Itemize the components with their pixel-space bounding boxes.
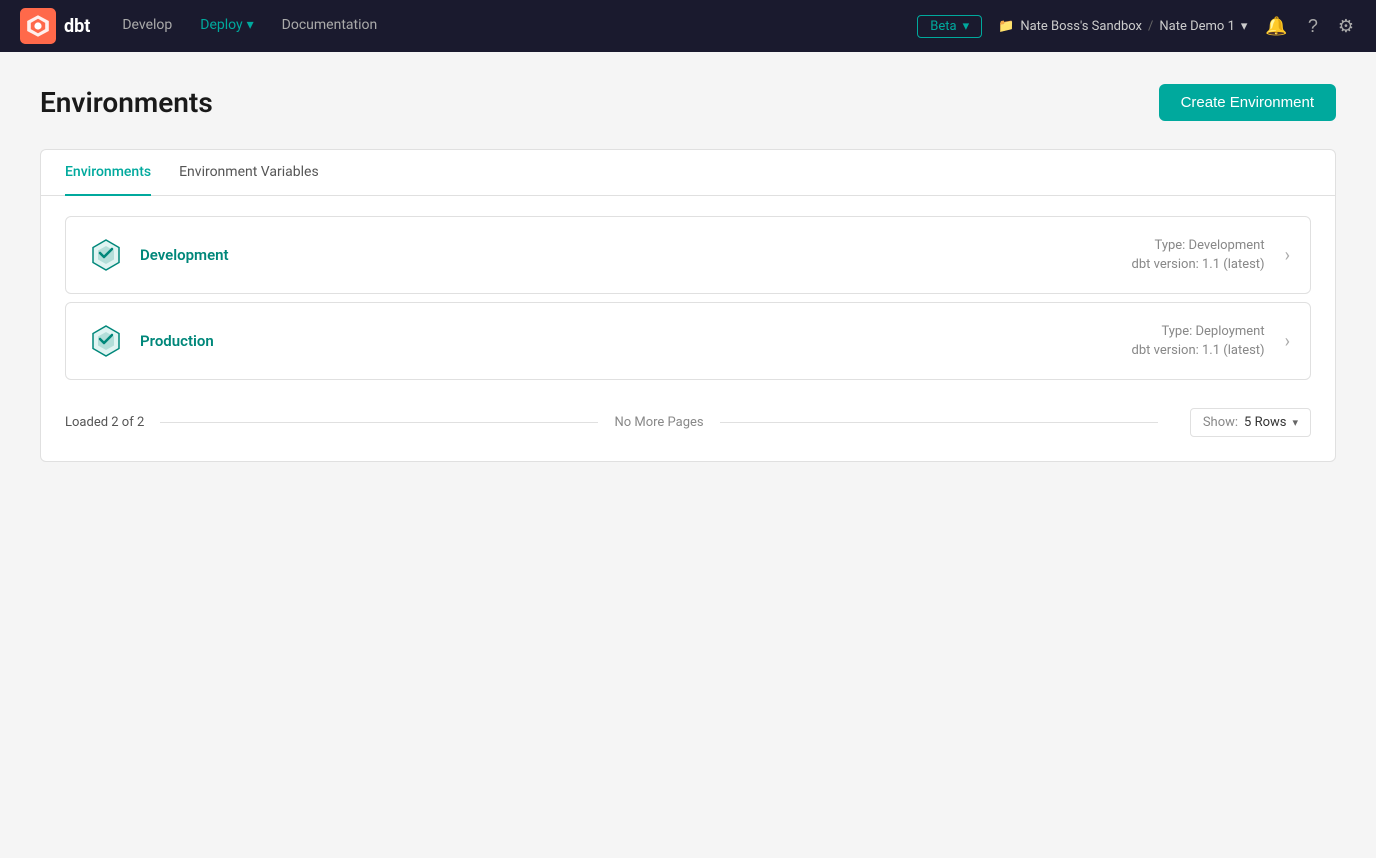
list-footer: Loaded 2 of 2 No More Pages Show: 5 Rows… (41, 388, 1335, 461)
help-icon[interactable]: ? (1306, 16, 1320, 37)
env-chevron-production: › (1285, 331, 1290, 352)
environments-card: Environments Environment Variables Devel… (40, 149, 1336, 462)
settings-icon[interactable]: ⚙ (1336, 16, 1356, 37)
folder-icon: 📁 (998, 19, 1014, 34)
nav-documentation[interactable]: Documentation (282, 17, 378, 35)
main-content: Environments Create Environment Environm… (0, 52, 1376, 494)
logo[interactable]: dbt (20, 8, 90, 44)
env-type-production: Type: Deployment (1132, 324, 1265, 339)
project-chevron-icon: ▾ (1241, 19, 1248, 34)
logo-text: dbt (64, 16, 90, 37)
env-type-development: Type: Development (1132, 238, 1265, 253)
no-more-pages: No More Pages (614, 415, 703, 430)
env-icon-production (86, 321, 126, 361)
env-version-production: dbt version: 1.1 (latest) (1132, 343, 1265, 358)
env-item-production[interactable]: Production Type: Deployment dbt version:… (65, 302, 1311, 380)
env-version-development: dbt version: 1.1 (latest) (1132, 257, 1265, 272)
nav-deploy[interactable]: Deploy ▾ (200, 17, 253, 35)
beta-badge[interactable]: Beta ▾ (917, 15, 982, 38)
nav-right: Beta ▾ 📁 Nate Boss's Sandbox / Nate Demo… (917, 15, 1356, 38)
env-meta-development: Type: Development dbt version: 1.1 (late… (1132, 238, 1265, 272)
page-title: Environments (40, 86, 213, 119)
env-icon-development (86, 235, 126, 275)
beta-chevron-icon: ▾ (963, 19, 970, 34)
rows-chevron-icon: ▾ (1292, 416, 1298, 429)
show-rows-selector[interactable]: Show: 5 Rows ▾ (1190, 408, 1311, 437)
nav-develop[interactable]: Develop (122, 17, 172, 35)
deploy-chevron-icon: ▾ (247, 17, 254, 33)
project-name: Nate Demo 1 (1159, 19, 1235, 34)
environments-list: Development Type: Development dbt versio… (41, 196, 1335, 380)
rows-value: 5 Rows (1244, 415, 1286, 430)
footer-divider-left (160, 422, 598, 423)
workspace-selector[interactable]: 📁 Nate Boss's Sandbox / Nate Demo 1 ▾ (998, 19, 1247, 34)
show-rows-label: Show: (1203, 415, 1238, 430)
tab-environments[interactable]: Environments (65, 150, 151, 196)
env-item-development[interactable]: Development Type: Development dbt versio… (65, 216, 1311, 294)
env-name-development: Development (140, 246, 229, 264)
tabs: Environments Environment Variables (41, 150, 1335, 196)
navbar: dbt Develop Deploy ▾ Documentation Beta … (0, 0, 1376, 52)
page-header: Environments Create Environment (40, 84, 1336, 121)
footer-divider-right (720, 422, 1158, 423)
env-meta-production: Type: Deployment dbt version: 1.1 (lates… (1132, 324, 1265, 358)
create-environment-button[interactable]: Create Environment (1159, 84, 1336, 121)
loaded-count: Loaded 2 of 2 (65, 415, 144, 430)
nav-links: Develop Deploy ▾ Documentation (122, 17, 885, 35)
env-chevron-development: › (1285, 245, 1290, 266)
tab-environment-variables[interactable]: Environment Variables (179, 150, 319, 196)
notifications-icon[interactable]: 🔔 (1263, 16, 1289, 37)
env-name-production: Production (140, 332, 214, 350)
workspace-name: Nate Boss's Sandbox (1020, 19, 1142, 34)
